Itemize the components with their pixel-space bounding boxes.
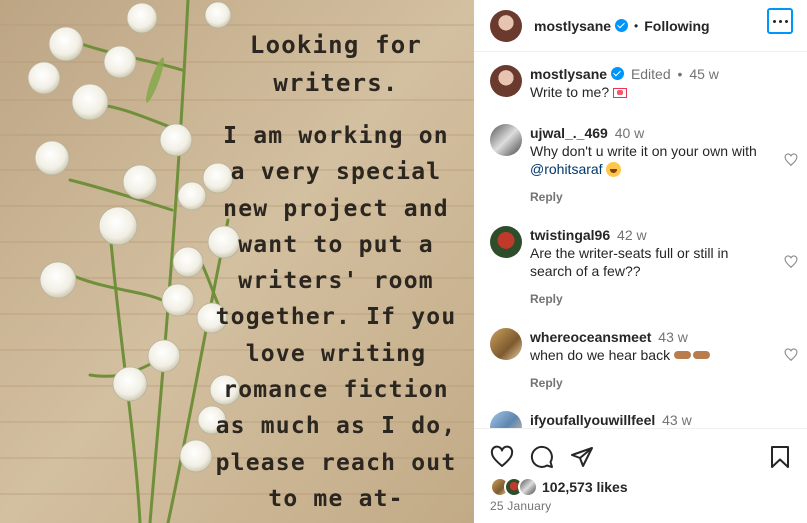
likes-row: 102,573 likes <box>490 476 628 498</box>
reply-button[interactable]: Reply <box>530 376 563 390</box>
reply-button[interactable]: Reply <box>530 190 563 204</box>
comment-text: Why don't u write it on your own with <box>530 143 757 159</box>
edited-label: Edited <box>630 66 671 82</box>
poster-line: I am working on <box>223 123 449 149</box>
separator-dot: • <box>634 18 639 33</box>
commenter-username[interactable]: whereoceansmeet <box>530 329 651 345</box>
comment-like-heart-icon[interactable] <box>784 348 798 362</box>
poster-line: new project and <box>223 195 449 222</box>
caption-text: Write to me? <box>530 84 610 100</box>
poster-text: Looking for writers. I am working on a v… <box>198 26 474 517</box>
commenter-username[interactable]: twistingal96 <box>530 227 610 243</box>
caption-username[interactable]: mostlysane <box>530 66 607 82</box>
love-letter-emoji-icon <box>613 88 627 98</box>
reply-button[interactable]: Reply <box>530 292 563 306</box>
send-icon[interactable] <box>570 445 594 469</box>
bookmark-icon[interactable] <box>768 445 792 469</box>
poster-line: please reach out <box>215 449 457 476</box>
handshake-emoji-icon <box>673 350 710 360</box>
comment-time[interactable]: 40 w <box>615 125 645 141</box>
post-image[interactable]: Looking for writers. I am working on a v… <box>0 0 474 523</box>
commenter-avatar[interactable] <box>490 226 522 258</box>
comment-time[interactable]: 42 w <box>617 227 647 243</box>
poster-line: to me at- <box>268 485 404 512</box>
comment-icon[interactable] <box>530 445 554 469</box>
poster-line: as much as I do, <box>215 413 457 440</box>
poster-line: writers' room <box>238 268 434 295</box>
commenter-avatar[interactable] <box>490 328 522 360</box>
commenter-avatar[interactable] <box>490 124 522 156</box>
author-username[interactable]: mostlysane <box>534 18 611 34</box>
poster-line: Looking for <box>249 31 423 59</box>
poster-line: want to put a <box>238 231 434 258</box>
poster-line: romance fiction <box>223 377 449 404</box>
heart-icon[interactable] <box>490 445 514 469</box>
poster-line: together. If you <box>215 304 457 331</box>
post-side-panel: mostlysane • Following mostlysane Edited… <box>474 0 807 523</box>
commenter-username[interactable]: ujwal_._469 <box>530 125 608 141</box>
comment-time[interactable]: 43 w <box>658 329 688 345</box>
comment-text: when do we hear back <box>530 347 671 363</box>
poster-line: writers. <box>273 69 399 97</box>
liker-avatars[interactable] <box>490 476 542 498</box>
comment-like-heart-icon[interactable] <box>784 255 798 269</box>
verified-badge-icon <box>615 19 629 32</box>
comment-text: Are the writer-seats full or still in se… <box>530 245 729 279</box>
commenter-avatar[interactable] <box>490 411 522 428</box>
comment-like-heart-icon[interactable] <box>784 153 798 167</box>
caption-time[interactable]: 45 w <box>689 66 719 82</box>
author-avatar[interactable] <box>490 9 522 42</box>
separator-dot: • <box>677 66 683 82</box>
verified-badge-icon <box>611 67 625 80</box>
liker-avatar <box>518 477 538 497</box>
commenter-username[interactable]: ifyoufallyouwillfeel <box>530 412 655 428</box>
caption-avatar[interactable] <box>490 65 522 97</box>
comments-list[interactable]: mostlysane Edited • 45 w Write to me? uj… <box>474 52 807 428</box>
poster-line: love writing <box>245 340 427 367</box>
post-date[interactable]: 25 January <box>490 499 551 513</box>
laughing-emoji-icon <box>606 162 622 177</box>
post-header: mostlysane • Following <box>474 0 807 52</box>
mention-link[interactable]: @rohitsaraf <box>530 161 603 177</box>
poster-line: a very special <box>230 159 442 186</box>
likes-count[interactable]: 102,573 likes <box>542 479 628 495</box>
more-options-button[interactable] <box>767 8 793 34</box>
comment-time[interactable]: 43 w <box>662 412 692 428</box>
following-button[interactable]: Following <box>644 18 709 34</box>
